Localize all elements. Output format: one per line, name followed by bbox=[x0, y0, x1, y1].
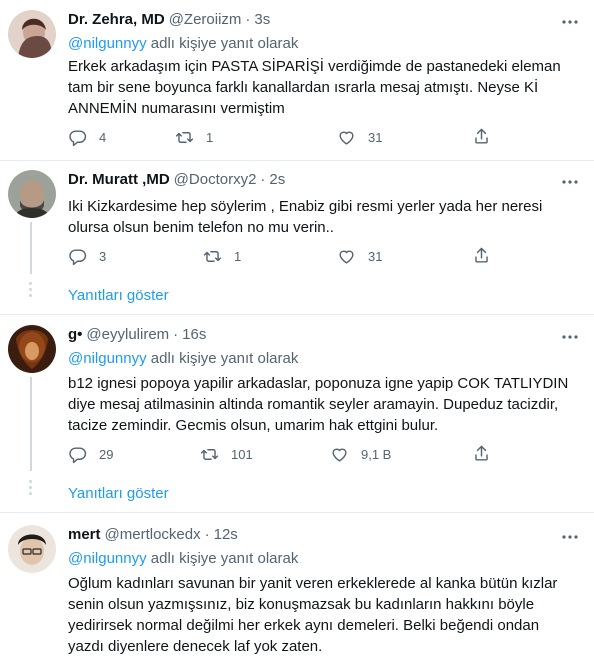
reply-button[interactable]: 3 bbox=[68, 246, 106, 266]
avatar[interactable] bbox=[8, 525, 56, 573]
mention-link[interactable]: @nilgunnyy bbox=[68, 350, 147, 367]
like-button[interactable]: 9,1 B bbox=[330, 444, 391, 464]
thread-line bbox=[30, 377, 32, 471]
reply-count: 29 bbox=[99, 446, 114, 462]
avatar[interactable] bbox=[8, 170, 56, 218]
display-name[interactable]: mert bbox=[68, 525, 101, 545]
reply-icon bbox=[68, 445, 87, 464]
mention-link[interactable]: @nilgunnyy bbox=[68, 35, 147, 52]
heart-icon bbox=[330, 445, 349, 464]
retweet-icon bbox=[175, 128, 194, 147]
thread-continuation-dots bbox=[29, 282, 33, 300]
username[interactable]: @eyylulirem bbox=[86, 325, 169, 345]
heart-icon bbox=[337, 247, 356, 266]
reply-context: @nilgunnyy adlı kişiye yanıt olarak bbox=[68, 34, 298, 54]
reply-context: @nilgunnyy adlı kişiye yanıt olarak bbox=[68, 349, 298, 369]
timestamp[interactable]: 3s bbox=[254, 10, 270, 30]
tweet-text: Oğlum kadınları savunan bir yanit veren … bbox=[68, 575, 558, 655]
username[interactable]: @Doctorxy2 bbox=[174, 170, 257, 190]
reply-context: @nilgunnyy adlı kişiye yanıt olarak bbox=[68, 549, 298, 569]
like-count: 31 bbox=[368, 129, 383, 145]
share-button[interactable] bbox=[472, 127, 491, 147]
mention-link[interactable]: @nilgunnyy bbox=[68, 550, 147, 567]
like-button[interactable]: 31 bbox=[337, 246, 382, 266]
username[interactable]: @mertlockedx bbox=[105, 525, 201, 545]
divider bbox=[0, 160, 594, 161]
separator-dot: · bbox=[260, 171, 266, 188]
retweet-button[interactable]: 1 bbox=[175, 127, 213, 147]
retweet-count: 1 bbox=[234, 248, 242, 264]
tweet-actions: 4 1 31 bbox=[68, 127, 498, 147]
like-button[interactable]: 31 bbox=[337, 127, 382, 147]
retweet-count: 1 bbox=[206, 129, 214, 145]
share-button[interactable] bbox=[472, 246, 491, 266]
reply-button[interactable]: 29 bbox=[68, 444, 113, 464]
tweet-header: Dr. Zehra, MD @Zeroiizm · 3s bbox=[68, 10, 270, 30]
divider bbox=[0, 512, 594, 513]
tweet-text: Erkek arkadaşım için PASTA SİPARİŞİ verd… bbox=[68, 58, 561, 117]
like-count: 9,1 B bbox=[361, 446, 392, 462]
reply-icon bbox=[68, 128, 87, 147]
timestamp[interactable]: 16s bbox=[182, 325, 206, 345]
show-replies-link[interactable]: Yanıtları göster bbox=[68, 484, 169, 504]
tweet-text: b12 ignesi popoya yapilir arkadaslar, po… bbox=[68, 375, 569, 434]
retweet-icon bbox=[203, 247, 222, 266]
tweet-header: mert @mertlockedx · 12s bbox=[68, 525, 238, 545]
reply-context-label: adlı kişiye yanıt olarak bbox=[146, 35, 299, 52]
retweet-button[interactable]: 1 bbox=[203, 246, 241, 266]
username[interactable]: @Zeroiizm bbox=[169, 10, 242, 30]
reply-count: 4 bbox=[99, 129, 107, 145]
display-name[interactable]: g• bbox=[68, 325, 82, 345]
reply-button[interactable]: 4 bbox=[68, 127, 106, 147]
avatar[interactable] bbox=[8, 325, 56, 373]
retweet-icon bbox=[200, 445, 219, 464]
timestamp[interactable]: 12s bbox=[214, 525, 238, 545]
more-options-icon[interactable] bbox=[560, 12, 580, 32]
retweet-button[interactable]: 101 bbox=[200, 444, 253, 464]
reply-count: 3 bbox=[99, 248, 107, 264]
tweet-actions: 29 101 9,1 B bbox=[68, 444, 498, 464]
share-icon bbox=[472, 246, 491, 265]
separator-dot: · bbox=[173, 326, 179, 343]
reply-icon bbox=[68, 247, 87, 266]
retweet-count: 101 bbox=[231, 446, 253, 462]
more-options-icon[interactable] bbox=[560, 172, 580, 192]
show-replies-link[interactable]: Yanıtları göster bbox=[68, 286, 169, 306]
thread-continuation-dots bbox=[29, 480, 33, 498]
separator-dot: · bbox=[245, 11, 251, 28]
tweet-header: Dr. Muratt ,MD @Doctorxy2 · 2s bbox=[68, 170, 285, 190]
divider bbox=[0, 314, 594, 315]
tweet-text: Iki Kizkardesime hep söylerim , Enabiz g… bbox=[68, 198, 543, 236]
heart-icon bbox=[337, 128, 356, 147]
avatar[interactable] bbox=[8, 10, 56, 58]
share-icon bbox=[472, 127, 491, 146]
timestamp[interactable]: 2s bbox=[269, 170, 285, 190]
share-button[interactable] bbox=[472, 444, 491, 464]
more-options-icon[interactable] bbox=[560, 527, 580, 547]
display-name[interactable]: Dr. Muratt ,MD bbox=[68, 170, 170, 190]
more-options-icon[interactable] bbox=[560, 327, 580, 347]
reply-context-label: adlı kişiye yanıt olarak bbox=[146, 550, 299, 567]
like-count: 31 bbox=[368, 248, 383, 264]
share-icon bbox=[472, 444, 491, 463]
thread-line bbox=[30, 222, 32, 274]
reply-context-label: adlı kişiye yanıt olarak bbox=[146, 350, 299, 367]
display-name[interactable]: Dr. Zehra, MD bbox=[68, 10, 165, 30]
separator-dot: · bbox=[204, 526, 210, 543]
tweet-actions: 3 1 31 bbox=[68, 246, 498, 266]
tweet-header: g• @eyylulirem · 16s bbox=[68, 325, 206, 345]
